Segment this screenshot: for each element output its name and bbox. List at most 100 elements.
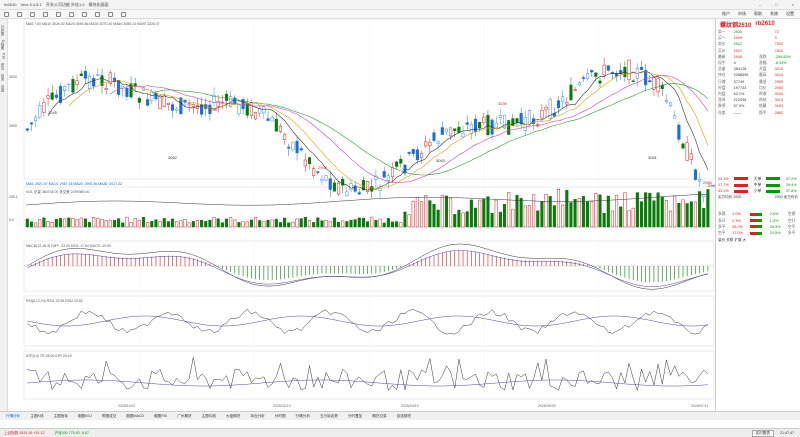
volume-bar <box>241 221 245 228</box>
volume-bar <box>652 200 656 228</box>
list-icon[interactable] <box>82 11 87 17</box>
home-icon[interactable] <box>4 11 9 17</box>
bottom-tab[interactable]: 大盘期货 <box>226 414 240 419</box>
left-tab-timeshare[interactable]: 分时图 <box>1 25 6 36</box>
toolbar-settings[interactable]: 设置 <box>786 11 794 17</box>
volume-bar <box>100 219 104 228</box>
back-icon[interactable] <box>17 11 22 17</box>
flow-bar-green <box>766 189 781 193</box>
toolbar-help[interactable]: 帮助 <box>754 11 762 17</box>
candle-body <box>631 80 635 83</box>
menu-item-module[interactable]: 模块化画面 <box>89 2 109 8</box>
candle-body <box>262 106 266 114</box>
candle-body <box>191 104 195 107</box>
volume-bar <box>598 194 602 228</box>
volume-bar <box>681 199 685 228</box>
contract-name: 螺纹钢2610 <box>720 22 752 29</box>
volume-bar <box>635 192 639 228</box>
sell-avg: 2930 卖方均价 <box>774 195 798 200</box>
close-icon[interactable]: × <box>792 2 794 7</box>
left-tab-watchlist[interactable]: 自选 <box>1 85 6 92</box>
volume-bar <box>424 195 428 228</box>
ma-line-legend: MA5: 2921.57 MA10: 2957.18 MA20: 2993.56… <box>26 182 122 186</box>
left-tab-f10[interactable]: F10 <box>2 53 6 59</box>
toolbar-account[interactable]: 账户 <box>722 11 730 17</box>
price-annotation: 3063 <box>436 158 446 163</box>
volume-bar <box>486 196 490 228</box>
bottom-tab[interactable]: 期货交易 <box>372 414 386 419</box>
grid-icon[interactable] <box>69 11 74 17</box>
quote-footer[interactable]: 量价 关联 扩展 大 <box>716 236 800 245</box>
volume-bar <box>112 219 117 228</box>
bottom-tab[interactable]: 附图成交 <box>102 414 116 419</box>
search-icon[interactable] <box>95 11 100 17</box>
bottom-tab[interactable]: 持仓分析 <box>250 414 264 419</box>
volume-bar <box>465 211 469 228</box>
toolbar-market[interactable]: 市场 <box>738 11 746 17</box>
volume-bar <box>561 204 565 228</box>
volume-bar <box>295 218 299 228</box>
candle-body <box>677 124 681 140</box>
bottom-tab[interactable]: 副图RSI <box>154 414 167 419</box>
minimize-icon[interactable]: – <box>759 2 761 7</box>
realtime-chart-button[interactable]: 实时图表 <box>751 429 774 437</box>
settings-icon[interactable] <box>108 11 113 17</box>
candle-body <box>498 115 502 118</box>
candle-body <box>67 83 71 86</box>
volume-bar <box>200 219 204 228</box>
bottom-tab[interactable]: 行情分析 <box>6 414 20 419</box>
left-tab-kline[interactable]: K线图 <box>1 40 6 49</box>
candle-body <box>440 127 444 135</box>
volume-bar <box>328 221 332 228</box>
refresh-icon[interactable] <box>43 11 48 17</box>
candle-body <box>457 126 461 133</box>
toolbar-system[interactable]: 系统 <box>770 11 778 17</box>
volume-bar <box>312 222 316 228</box>
volume-bar <box>25 218 29 228</box>
bottom-tab[interactable]: 主图均线 <box>202 414 216 419</box>
volume-bar <box>669 210 673 228</box>
volume-bar <box>133 218 137 228</box>
volume-bar <box>316 217 320 228</box>
candle-body <box>473 118 478 132</box>
atr-legend: ATR(14) TR 28.00 ATR 39.19 <box>26 354 72 358</box>
bottom-tab[interactable]: 分时叠加 <box>348 414 362 419</box>
price-annotation: 3158 <box>208 107 218 112</box>
menu-item-plugin[interactable]: 开关公司功能 外挂1.0 <box>46 2 85 8</box>
open-interest-line <box>25 193 707 206</box>
vol-label-low: 5.0 <box>9 218 14 222</box>
volume-bar <box>166 221 170 228</box>
candle-body <box>63 86 67 91</box>
volume-bar <box>183 219 187 228</box>
bottom-tab[interactable]: 副图MACD <box>126 414 144 419</box>
macd-legend: MACD(12,26,9) DIFF -23.09 DEA -17.64 MAC… <box>26 244 112 248</box>
left-tab-news[interactable]: 资讯 <box>1 63 6 70</box>
bottom-tab[interactable]: 行情分析 <box>296 414 310 419</box>
chart-icon[interactable] <box>56 11 61 17</box>
stat-bar-green <box>756 231 763 235</box>
bottom-tab[interactable]: 自选期货 <box>397 414 411 419</box>
volume-bar <box>129 222 133 228</box>
chart-pane[interactable]: 324531583062294530633239305129602960 MA5… <box>8 18 718 411</box>
candle-body <box>270 117 274 122</box>
volume-bar <box>283 217 287 228</box>
menu-item-version[interactable]: Vers 5.4.8.1 <box>20 2 41 7</box>
volume-bar <box>444 195 448 228</box>
forward-icon[interactable] <box>30 11 35 17</box>
volume-bar <box>117 218 121 228</box>
bottom-tab[interactable]: 广州期货 <box>177 414 191 419</box>
title-bar: rb2610 Vers 5.4.8.1 开关公司功能 外挂1.0 模块化画面 –… <box>0 0 800 10</box>
candle-body <box>345 191 349 197</box>
bottom-tab[interactable]: 分时图 <box>275 414 286 419</box>
candle-body <box>602 64 606 76</box>
kline-chart-svg[interactable]: 324531583062294530633239305129602960 <box>8 18 718 411</box>
print-icon[interactable] <box>121 11 126 17</box>
maximize-icon[interactable]: □ <box>775 2 777 7</box>
bottom-tab[interactable]: 五分钟走势 <box>320 414 338 419</box>
bottom-tab[interactable]: 主图指标 <box>54 414 68 419</box>
left-tab-tech[interactable]: 技术 <box>1 74 6 81</box>
candle-body <box>590 69 594 73</box>
candle-body <box>312 168 316 176</box>
bottom-tab[interactable]: 主图K线 <box>30 414 43 419</box>
bottom-tab[interactable]: 副图KDJ <box>78 414 92 419</box>
